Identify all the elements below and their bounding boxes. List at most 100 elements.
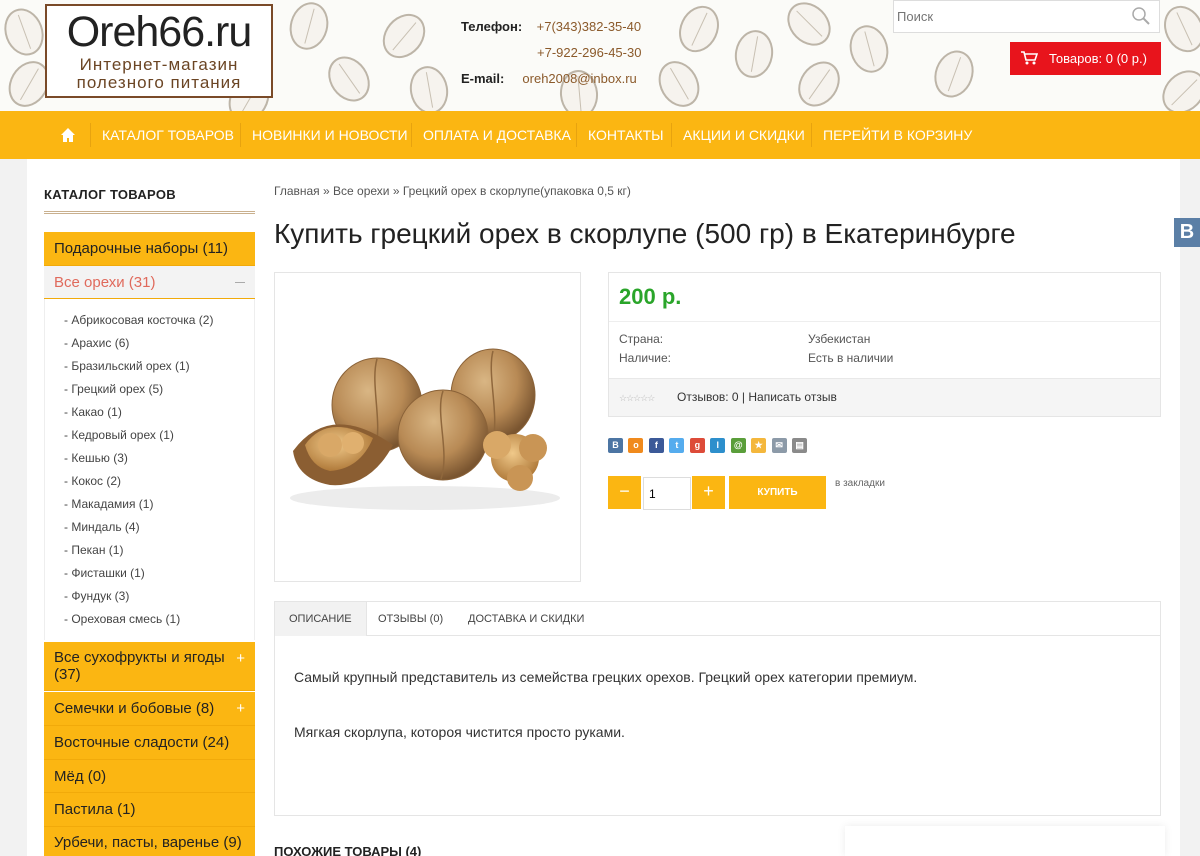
walnut-decoration [778, 0, 840, 55]
category-seeds[interactable]: Семечки и бобовые (8) + [44, 692, 255, 726]
country-value: Узбекистан [808, 332, 871, 346]
email-label: E-mail: [461, 71, 505, 86]
nav-go-to-cart[interactable]: ПЕРЕЙТИ В КОРЗИНУ [823, 111, 972, 159]
category-dried-fruits[interactable]: Все сухофрукты и ягоды (37) + [44, 642, 255, 691]
mailru-share-icon[interactable]: @ [730, 438, 746, 453]
product-price: 200 р. [619, 284, 682, 309]
share-bar: B o f t g l @ ★ ✉ ▤ [608, 435, 808, 453]
search-box [893, 0, 1160, 33]
category-honey[interactable]: Мёд (0) [44, 760, 255, 793]
subcategory-item[interactable]: - Грецкий орех (5) [64, 382, 163, 396]
category-pastila[interactable]: Пастила (1) [44, 793, 255, 827]
sidebar-divider [44, 211, 255, 214]
walnut-decoration [319, 48, 379, 110]
facebook-share-icon[interactable]: f [648, 438, 664, 453]
tab-reviews[interactable]: ОТЗЫВЫ (0) [364, 602, 457, 636]
walnut-decoration [374, 5, 434, 67]
subcategory-item[interactable]: - Ореховая смесь (1) [64, 612, 180, 626]
nav-payment-delivery[interactable]: ОПЛАТА И ДОСТАВКА [423, 111, 571, 159]
tab-delivery-discounts[interactable]: ДОСТАВКА И СКИДКИ [454, 602, 598, 636]
nav-separator [811, 123, 812, 147]
category-label: Пастила (1) [54, 801, 136, 818]
product-image[interactable] [274, 272, 581, 582]
buy-button[interactable]: КУПИТЬ [729, 476, 826, 509]
floating-panel [845, 826, 1165, 856]
nav-separator [671, 123, 672, 147]
quantity-input[interactable] [643, 477, 691, 510]
sidebar-title: КАТАЛОГ ТОВАРОВ [44, 187, 176, 202]
vk-share-icon[interactable]: B [608, 438, 623, 453]
breadcrumb[interactable]: Главная » Все орехи » Грецкий орех в ско… [274, 184, 631, 198]
subcategory-item[interactable]: - Миндаль (4) [64, 520, 140, 534]
favorites-share-icon[interactable]: ★ [751, 438, 767, 453]
quantity-increase-button[interactable]: + [692, 476, 725, 509]
cart-button[interactable]: Товаров: 0 (0 р.) [1010, 42, 1161, 75]
contacts-block: Телефон: +7(343)382-35-40 +7-922-296-45-… [461, 14, 641, 92]
subcategory-item[interactable]: - Фундук (3) [64, 589, 129, 603]
subcategory-item[interactable]: - Кедровый орех (1) [64, 428, 174, 442]
stock-value: Есть в наличии [808, 351, 894, 365]
nav-catalog[interactable]: КАТАЛОГ ТОВАРОВ [102, 111, 234, 159]
home-icon[interactable] [60, 127, 76, 143]
site-logo[interactable]: Oreh66.ru Интернет-магазин полезного пит… [45, 4, 273, 98]
subcategory-item[interactable]: - Бразильский орех (1) [64, 359, 190, 373]
search-icon[interactable] [1131, 6, 1151, 26]
category-oriental-sweets[interactable]: Восточные сладости (24) [44, 726, 255, 760]
quantity-decrease-button[interactable]: − [608, 476, 641, 509]
category-label: Семечки и бобовые (8) [54, 700, 215, 717]
logo-title: Oreh66.ru [66, 8, 253, 56]
expand-icon[interactable]: + [236, 701, 245, 716]
livejournal-share-icon[interactable]: l [710, 438, 726, 453]
reviews-summary[interactable]: Отзывов: 0 | Написать отзыв [677, 390, 837, 404]
country-label: Страна: [619, 332, 664, 346]
walnut-decoration [789, 53, 849, 111]
product-title: Купить грецкий орех в скорлупе (500 гр) … [274, 218, 1016, 249]
collapse-icon[interactable] [235, 282, 245, 283]
cart-icon [1021, 51, 1038, 65]
subcategory-item[interactable]: - Арахис (6) [64, 336, 129, 350]
nav-news[interactable]: НОВИНКИ И НОВОСТИ [252, 111, 408, 159]
nav-promotions[interactable]: АКЦИИ И СКИДКИ [683, 111, 805, 159]
twitter-share-icon[interactable]: t [669, 438, 685, 453]
bookmark-link[interactable]: в закладки [835, 478, 885, 489]
nav-separator [90, 123, 91, 147]
logo-subtitle: Интернет-магазин [79, 55, 239, 74]
nav-contacts[interactable]: КОНТАКТЫ [588, 111, 664, 159]
category-gift-sets[interactable]: Подарочные наборы (11) [44, 232, 255, 266]
walnut-product-photo [290, 348, 560, 510]
subcategory-item[interactable]: - Пекан (1) [64, 543, 123, 557]
phone-number[interactable]: +7(343)382-35-40 [537, 19, 641, 34]
product-info: 200 р. Страна: Узбекистан Наличие: Есть … [608, 272, 1161, 417]
divider [609, 321, 1160, 322]
category-all-nuts[interactable]: Все орехи (31) [44, 266, 255, 299]
odnoklassniki-share-icon[interactable]: o [628, 438, 644, 453]
phone-number[interactable]: +7-922-296-45-30 [537, 45, 641, 60]
expand-icon[interactable]: + [236, 651, 245, 666]
subcategory-item[interactable]: - Фисташки (1) [64, 566, 145, 580]
print-icon[interactable]: ▤ [792, 438, 808, 453]
description-text: Самый крупный представитель из семейства… [294, 669, 918, 685]
tab-description[interactable]: ОПИСАНИЕ [275, 602, 367, 636]
similar-products-title: ПОХОЖИЕ ТОВАРЫ (4) [274, 844, 422, 856]
subcategory-item[interactable]: - Какао (1) [64, 405, 122, 419]
site-header: Oreh66.ru Интернет-магазин полезного пит… [0, 0, 1200, 111]
search-input[interactable] [894, 1, 1124, 32]
nav-separator [576, 123, 577, 147]
walnut-decoration [0, 2, 51, 62]
product-tabs: ОПИСАНИЕ ОТЗЫВЫ (0) ДОСТАВКА И СКИДКИ Са… [274, 601, 1161, 816]
subcategory-item[interactable]: - Абрикосовая косточка (2) [64, 313, 213, 327]
subcategory-item[interactable]: - Макадамия (1) [64, 497, 153, 511]
subcategory-item[interactable]: - Кешью (3) [64, 451, 128, 465]
vk-widget-button[interactable]: B [1174, 218, 1200, 247]
category-label: Восточные сладости (24) [54, 734, 230, 751]
subcategory-list: - Абрикосовая косточка (2) - Арахис (6) … [44, 299, 255, 640]
walnut-decoration [731, 27, 777, 81]
email-share-icon[interactable]: ✉ [771, 438, 787, 453]
subcategory-item[interactable]: - Кокос (2) [64, 474, 121, 488]
email-link[interactable]: oreh2008@inbox.ru [522, 71, 636, 86]
google-plus-share-icon[interactable]: g [689, 438, 705, 453]
description-text: Мягкая скорлупа, котороя чистится просто… [294, 724, 625, 740]
category-label: Подарочные наборы (11) [54, 240, 229, 257]
category-urbech[interactable]: Урбечи, пасты, варенье (9) [44, 827, 255, 856]
main-nav: КАТАЛОГ ТОВАРОВ НОВИНКИ И НОВОСТИ ОПЛАТА… [0, 111, 1200, 159]
